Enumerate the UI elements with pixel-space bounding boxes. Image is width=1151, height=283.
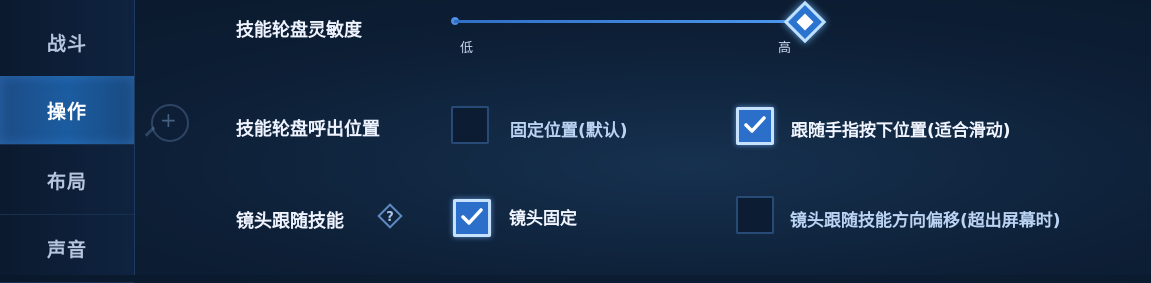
sidebar-item-label: 声音 [46, 238, 87, 261]
sidebar-item-label: 布局 [46, 170, 87, 193]
fixed-position-checkbox[interactable] [451, 106, 489, 144]
camera-offset-checkbox[interactable] [736, 196, 774, 234]
settings-sidebar: 战斗 操作 布局 声音 [0, 0, 135, 283]
camera-follow-label: 镜头跟随技能 [236, 211, 344, 232]
sidebar-item-layout[interactable]: 布局 [0, 146, 134, 215]
camera-offset-option-label[interactable]: 镜头跟随技能方向偏移(超出屏幕时) [790, 206, 1061, 231]
zoom-in-icon [151, 104, 189, 142]
slider-max-label: 高 [778, 41, 792, 56]
svg-text:?: ? [386, 210, 394, 225]
camera-fixed-checkbox[interactable] [453, 199, 491, 237]
sidebar-item-sound[interactable]: 声音 [0, 214, 134, 283]
sidebar-item-label: 战斗 [46, 32, 87, 55]
follow-finger-checkbox[interactable] [736, 107, 774, 145]
slider-min-label: 低 [460, 41, 474, 56]
sensitivity-label: 技能轮盘灵敏度 [236, 20, 362, 41]
question-diamond-icon[interactable]: ? [377, 203, 403, 229]
sidebar-item-label: 操作 [46, 100, 87, 123]
checkmark-icon [744, 116, 766, 133]
sidebar-item-battle[interactable]: 战斗 [0, 8, 134, 77]
sensitivity-slider-track[interactable] [454, 20, 803, 23]
wheel-position-label: 技能轮盘呼出位置 [236, 119, 380, 140]
checkmark-icon [461, 208, 483, 225]
sidebar-item-controls[interactable]: 操作 [0, 76, 134, 145]
fixed-position-option-label[interactable]: 固定位置(默认) [510, 116, 628, 141]
camera-fixed-option-label[interactable]: 镜头固定 [509, 204, 577, 229]
follow-finger-option-label[interactable]: 跟随手指按下位置(适合滑动) [791, 116, 1011, 141]
